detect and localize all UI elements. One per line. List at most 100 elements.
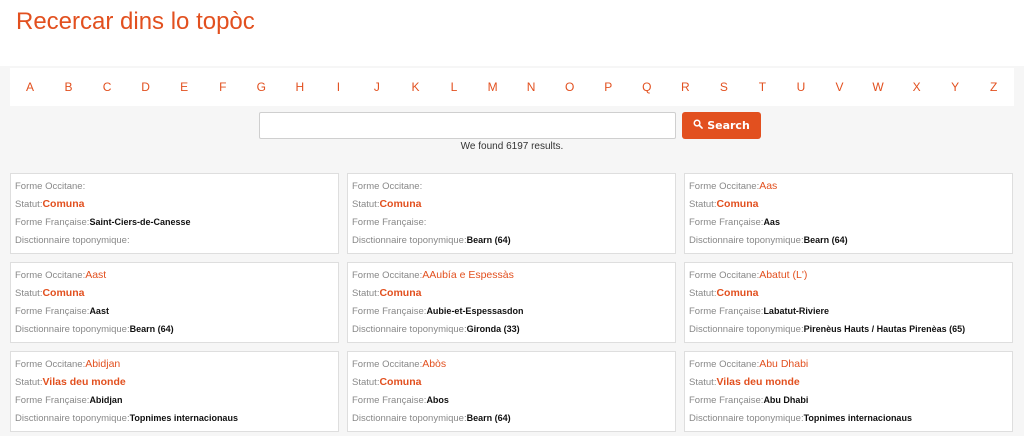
dictionnaire-value: Bearn (64) bbox=[803, 235, 848, 245]
letter-link-x[interactable]: X bbox=[909, 80, 925, 94]
result-card[interactable]: Forme Occitane:Abòs Statut:Comuna Forme Fr… bbox=[347, 351, 676, 432]
statut-label: Statut: bbox=[15, 377, 43, 388]
dictionnaire-row: Disctionnaire toponymique:Bearn (64) bbox=[352, 233, 671, 248]
result-card[interactable]: Forme Occitane:Abidjan Statut:Vilas deu m… bbox=[10, 351, 339, 432]
letter-link-q[interactable]: Q bbox=[639, 80, 655, 94]
statut-value: Comuna bbox=[716, 198, 759, 210]
occitane-label: Forme Occitane: bbox=[689, 181, 760, 192]
letter-link-i[interactable]: I bbox=[330, 80, 346, 94]
statut-row: Statut:Comuna bbox=[15, 197, 334, 212]
statut-value: Comuna bbox=[42, 198, 85, 210]
search-button[interactable]: Search bbox=[682, 112, 761, 139]
dictionnaire-row: Disctionnaire toponymique:Gironda (33) bbox=[352, 322, 671, 337]
dictionnaire-value: Gironda (33) bbox=[466, 324, 520, 334]
search-button-label: Search bbox=[707, 119, 750, 132]
occitane-value[interactable]: AAubía e Espessàs bbox=[422, 269, 514, 281]
occitane-value[interactable]: Abu Dhabi bbox=[759, 358, 808, 370]
letter-link-e[interactable]: E bbox=[176, 80, 192, 94]
alphabet-filter: A B C D E F G H I J K L M N O P Q R S T U V W X Y Z bbox=[10, 68, 1014, 106]
dictionnaire-value: Topnimes internacionaus bbox=[803, 413, 912, 423]
francaise-label: Forme Française: bbox=[15, 217, 90, 228]
letter-link-m[interactable]: M bbox=[485, 80, 501, 94]
statut-row: Statut:Comuna bbox=[15, 286, 334, 301]
dictionnaire-value: Pirenèus Hauts / Hautas Pirenèas (65) bbox=[803, 324, 966, 334]
statut-row: Statut:Vilas deu monde bbox=[15, 375, 334, 390]
occitane-value[interactable]: Abidjan bbox=[85, 358, 120, 370]
statut-value: Comuna bbox=[716, 287, 759, 299]
letter-link-p[interactable]: P bbox=[600, 80, 616, 94]
letter-link-g[interactable]: G bbox=[253, 80, 269, 94]
occitane-row: Forme Occitane:Aas bbox=[689, 179, 1008, 194]
francaise-value: Aubie-et-Espessasdon bbox=[426, 306, 524, 316]
letter-link-j[interactable]: J bbox=[369, 80, 385, 94]
result-card[interactable]: Forme Occitane: Statut:Comuna Forme França… bbox=[347, 173, 676, 254]
letter-link-b[interactable]: B bbox=[61, 80, 77, 94]
letter-link-l[interactable]: L bbox=[446, 80, 462, 94]
occitane-value[interactable]: Abòs bbox=[422, 358, 446, 370]
occitane-label: Forme Occitane: bbox=[352, 359, 423, 370]
letter-link-z[interactable]: Z bbox=[986, 80, 1002, 94]
dictionnaire-row: Disctionnaire toponymique: bbox=[15, 233, 334, 248]
letter-link-r[interactable]: R bbox=[677, 80, 693, 94]
statut-label: Statut: bbox=[15, 288, 43, 299]
occitane-row: Forme Occitane:AAubía e Espessàs bbox=[352, 268, 671, 283]
occitane-row: Forme Occitane:Abatut (L') bbox=[689, 268, 1008, 283]
dictionnaire-label: Disctionnaire toponymique: bbox=[689, 324, 804, 335]
letter-link-y[interactable]: Y bbox=[947, 80, 963, 94]
search-input[interactable] bbox=[259, 112, 676, 139]
letter-link-w[interactable]: W bbox=[870, 80, 886, 94]
occitane-row: Forme Occitane:Abu Dhabi bbox=[689, 357, 1008, 372]
result-card[interactable]: Forme Occitane:Aast Statut:Comuna Forme Fr… bbox=[10, 262, 339, 343]
statut-label: Statut: bbox=[352, 199, 380, 210]
letter-link-s[interactable]: S bbox=[716, 80, 732, 94]
statut-value: Comuna bbox=[379, 287, 422, 299]
occitane-label: Forme Occitane: bbox=[352, 181, 423, 192]
francaise-label: Forme Française: bbox=[352, 395, 427, 406]
result-card[interactable]: Forme Occitane:Abu Dhabi Statut:Vilas deu… bbox=[684, 351, 1013, 432]
letter-link-u[interactable]: U bbox=[793, 80, 809, 94]
francaise-label: Forme Française: bbox=[352, 217, 427, 228]
occitane-value[interactable]: Aast bbox=[85, 269, 106, 281]
occitane-label: Forme Occitane: bbox=[15, 181, 86, 192]
francaise-row: Forme Française:Abu Dhabi bbox=[689, 393, 1008, 408]
francaise-value: Abos bbox=[426, 395, 449, 405]
francaise-value: Aas bbox=[763, 217, 780, 227]
letter-link-a[interactable]: A bbox=[22, 80, 38, 94]
dictionnaire-row: Disctionnaire toponymique:Bearn (64) bbox=[15, 322, 334, 337]
occitane-label: Forme Occitane: bbox=[689, 270, 760, 281]
statut-row: Statut:Comuna bbox=[352, 286, 671, 301]
result-card[interactable]: Forme Occitane:AAubía e Espessàs Statut:C… bbox=[347, 262, 676, 343]
francaise-row: Forme Française:Saint-Ciers-de-Canesse bbox=[15, 215, 334, 230]
francaise-value: Saint-Ciers-de-Canesse bbox=[89, 217, 191, 227]
francaise-label: Forme Française: bbox=[15, 306, 90, 317]
letter-link-h[interactable]: H bbox=[292, 80, 308, 94]
occitane-row: Forme Occitane: bbox=[352, 179, 671, 194]
occitane-label: Forme Occitane: bbox=[689, 359, 760, 370]
result-card[interactable]: Forme Occitane:Abatut (L') Statut:Comuna F… bbox=[684, 262, 1013, 343]
letter-link-o[interactable]: O bbox=[562, 80, 578, 94]
statut-label: Statut: bbox=[689, 199, 717, 210]
letter-link-k[interactable]: K bbox=[407, 80, 423, 94]
dictionnaire-label: Disctionnaire toponymique: bbox=[689, 235, 804, 246]
letter-link-c[interactable]: C bbox=[99, 80, 115, 94]
statut-value: Vilas deu monde bbox=[42, 376, 126, 388]
occitane-value[interactable]: Abatut (L') bbox=[759, 269, 807, 281]
statut-value: Comuna bbox=[379, 376, 422, 388]
francaise-row: Forme Française:Abos bbox=[352, 393, 671, 408]
letter-link-d[interactable]: D bbox=[138, 80, 154, 94]
letter-link-n[interactable]: N bbox=[523, 80, 539, 94]
letter-link-t[interactable]: T bbox=[754, 80, 770, 94]
statut-value: Comuna bbox=[42, 287, 85, 299]
statut-label: Statut: bbox=[689, 288, 717, 299]
result-card[interactable]: Forme Occitane:Aas Statut:Comuna Forme Fra… bbox=[684, 173, 1013, 254]
occitane-value[interactable]: Aas bbox=[759, 180, 777, 192]
occitane-row: Forme Occitane:Aast bbox=[15, 268, 334, 283]
result-card[interactable]: Forme Occitane: Statut:Comuna Forme França… bbox=[10, 173, 339, 254]
statut-label: Statut: bbox=[15, 199, 43, 210]
dictionnaire-label: Disctionnaire toponymique: bbox=[352, 235, 467, 246]
francaise-row: Forme Française:Abidjan bbox=[15, 393, 334, 408]
letter-link-v[interactable]: V bbox=[831, 80, 847, 94]
letter-link-f[interactable]: F bbox=[215, 80, 231, 94]
francaise-row: Forme Française:Labatut-Riviere bbox=[689, 304, 1008, 319]
dictionnaire-value: Bearn (64) bbox=[129, 324, 174, 334]
